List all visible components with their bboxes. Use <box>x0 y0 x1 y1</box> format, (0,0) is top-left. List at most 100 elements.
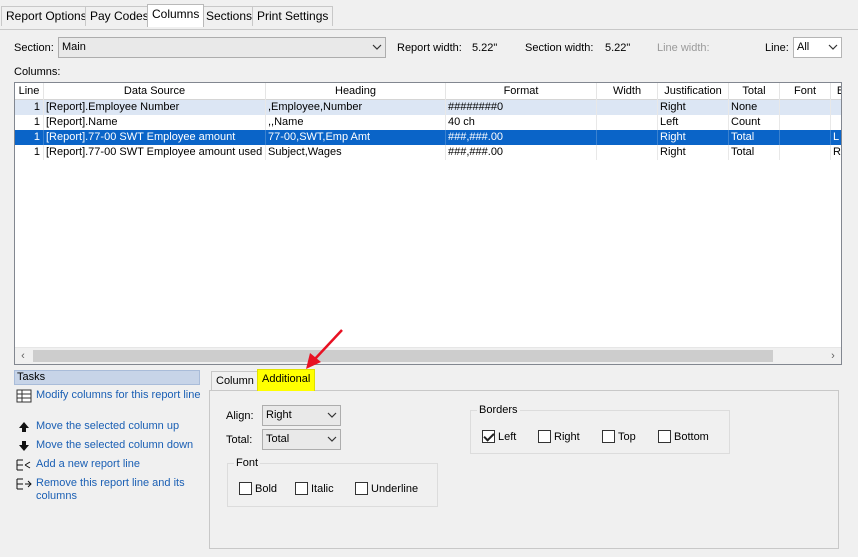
tab-columns[interactable]: Columns <box>147 4 205 27</box>
cell-b: L <box>831 130 841 145</box>
cell-heading: Subject,Wages <box>266 145 446 160</box>
section-width-label: Section width: <box>525 42 594 54</box>
columns-grid[interactable]: Line Data Source Heading Format Width Ju… <box>14 82 842 365</box>
cell-data-source: [Report].Name <box>44 115 266 130</box>
total-label: Total: <box>226 434 253 446</box>
table-row[interactable]: 1 [Report].77-00 SWT Employee amount use… <box>15 145 841 160</box>
cell-justification: Right <box>658 130 729 145</box>
header-b[interactable]: B <box>831 83 841 100</box>
task-label: Move the selected column down <box>36 439 194 451</box>
cell-format: ###,###.00 <box>446 145 597 160</box>
header-heading[interactable]: Heading <box>266 83 446 100</box>
right-border-checkbox[interactable] <box>538 430 551 443</box>
line-value: All <box>797 41 810 53</box>
grid-edit-icon <box>16 389 32 403</box>
cell-font <box>780 130 831 145</box>
tab-report-options[interactable]: Report Options <box>1 6 92 26</box>
cell-b <box>831 100 841 115</box>
task-move-down[interactable]: Move the selected column down <box>16 439 206 453</box>
chevron-down-icon <box>372 44 382 50</box>
cell-data-source: [Report].Employee Number <box>44 100 266 115</box>
task-move-up[interactable]: Move the selected column up <box>16 420 206 434</box>
tab-sections[interactable]: Sections <box>201 6 258 26</box>
bold-label: Bold <box>255 483 278 495</box>
cell-justification: Right <box>658 145 729 160</box>
task-label: Remove this report line and its columns <box>36 477 185 502</box>
arrow-down-icon <box>19 441 29 451</box>
remove-line-icon <box>16 478 32 490</box>
cell-heading: 77-00,SWT,Emp Amt <box>266 130 446 145</box>
scrollbar-thumb[interactable] <box>33 350 773 362</box>
grid-header: Line Data Source Heading Format Width Ju… <box>15 83 841 100</box>
header-total[interactable]: Total <box>729 83 780 100</box>
section-dropdown[interactable]: Main <box>58 37 386 58</box>
table-row-selected[interactable]: 1 [Report].77-00 SWT Employee amount 77-… <box>15 130 841 145</box>
left-border-label: Left <box>498 431 517 443</box>
header-width[interactable]: Width <box>597 83 658 100</box>
task-remove-line[interactable]: Remove this report line and its columns <box>16 477 206 505</box>
tab-column[interactable]: Column <box>211 371 259 391</box>
cell-font <box>780 100 831 115</box>
task-label: Add a new report line <box>36 458 140 470</box>
task-add-line[interactable]: Add a new report line <box>16 458 206 472</box>
report-width-label: Report width: <box>397 42 462 54</box>
section-width-value: 5.22" <box>605 42 631 54</box>
chevron-down-icon <box>327 436 337 442</box>
header-format[interactable]: Format <box>446 83 597 100</box>
left-border-checkbox[interactable] <box>482 430 495 443</box>
cell-total: None <box>729 100 780 115</box>
italic-checkbox[interactable] <box>295 482 308 495</box>
cell-format: 40 ch <box>446 115 597 130</box>
tab-pay-codes[interactable]: Pay Codes <box>85 6 154 26</box>
cell-total: Total <box>729 130 780 145</box>
header-justification[interactable]: Justification <box>658 83 729 100</box>
underline-label: Underline <box>371 483 419 495</box>
scroll-left-icon[interactable]: ‹ <box>17 350 29 362</box>
cell-total: Count <box>729 115 780 130</box>
line-dropdown[interactable]: All <box>793 37 842 58</box>
columns-label: Columns: <box>14 66 61 78</box>
bottom-border-checkbox[interactable] <box>658 430 671 443</box>
borders-group: Borders Left Right Top Bottom <box>470 403 730 454</box>
total-dropdown[interactable]: Total <box>262 429 341 450</box>
cell-format: ###,###.00 <box>446 130 597 145</box>
cell-data-source: [Report].77-00 SWT Employee amount used <box>44 145 266 160</box>
section-label: Section: <box>14 42 54 54</box>
cell-data-source: [Report].77-00 SWT Employee amount <box>44 130 266 145</box>
total-value: Total <box>266 433 290 445</box>
cell-total: Total <box>729 145 780 160</box>
add-line-icon <box>16 459 31 471</box>
underline-checkbox[interactable] <box>355 482 368 495</box>
cell-justification: Left <box>658 115 729 130</box>
line-label: Line: <box>765 42 789 54</box>
font-group: Font Bold Italic Underline <box>227 456 438 507</box>
cell-line: 1 <box>15 145 44 160</box>
report-width-value: 5.22" <box>472 42 498 54</box>
horizontal-scrollbar[interactable]: ‹ › <box>15 347 841 364</box>
line-width-label: Line width: <box>657 42 710 54</box>
cell-line: 1 <box>15 130 44 145</box>
tab-print-settings[interactable]: Print Settings <box>252 6 334 26</box>
align-dropdown[interactable]: Right <box>262 405 341 426</box>
header-line[interactable]: Line <box>15 83 44 100</box>
chevron-down-icon <box>327 412 337 418</box>
task-label: Modify columns for this report line <box>36 389 201 401</box>
bold-checkbox[interactable] <box>239 482 252 495</box>
cell-b: R <box>831 145 841 160</box>
top-border-label: Top <box>618 431 636 443</box>
borders-group-title: Borders <box>477 403 520 417</box>
scroll-right-icon[interactable]: › <box>827 350 839 362</box>
cell-line: 1 <box>15 115 44 130</box>
header-data-source[interactable]: Data Source <box>44 83 266 100</box>
arrow-up-icon <box>19 422 29 432</box>
top-border-checkbox[interactable] <box>602 430 615 443</box>
additional-panel: Align: Right Total: Total Font Bold Ital… <box>209 390 839 549</box>
cell-heading: ,Employee,Number <box>266 100 446 115</box>
header-font[interactable]: Font <box>780 83 831 100</box>
cell-width <box>597 100 658 115</box>
table-row[interactable]: 1 [Report].Employee Number ,Employee,Num… <box>15 100 841 115</box>
task-modify-columns[interactable]: Modify columns for this report line <box>16 389 206 403</box>
tab-additional[interactable]: Additional <box>257 369 316 391</box>
tasks-header: Tasks <box>14 370 200 385</box>
table-row[interactable]: 1 [Report].Name ,,Name 40 ch Left Count <box>15 115 841 130</box>
